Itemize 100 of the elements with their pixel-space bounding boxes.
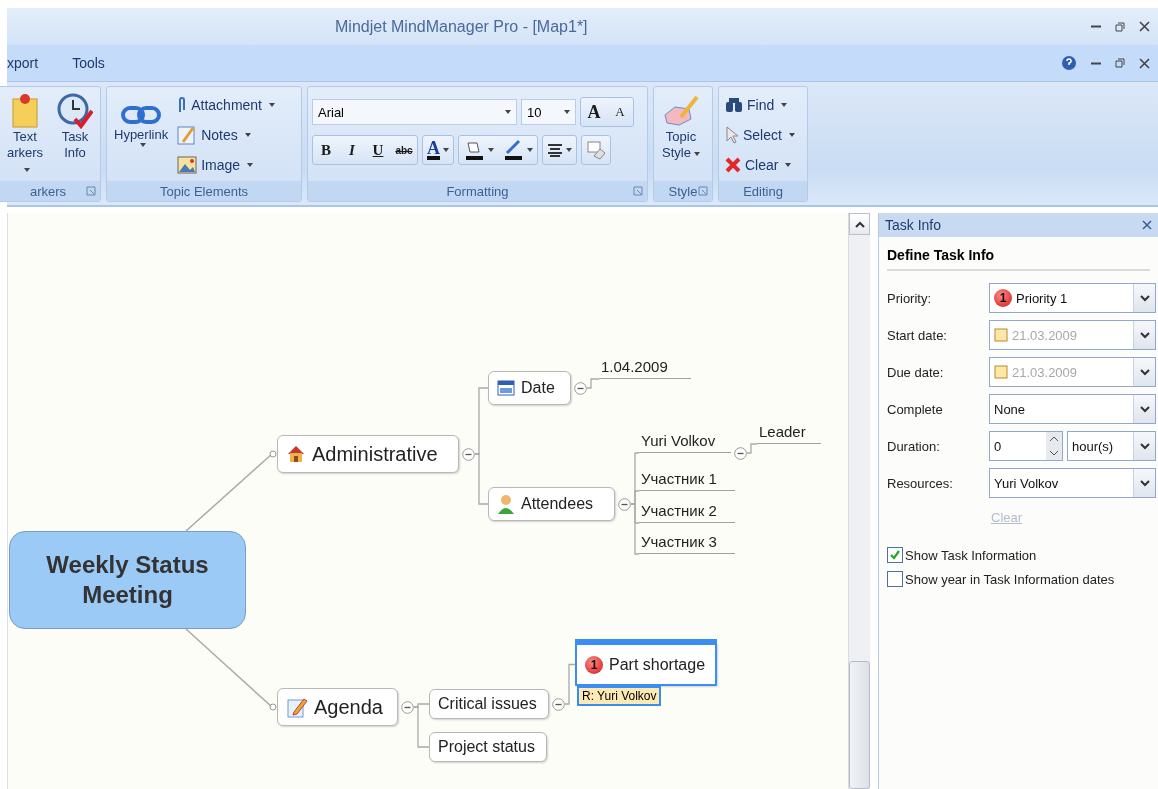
topic-node[interactable]: Critical issues [429, 689, 549, 719]
binoculars-icon [725, 97, 743, 113]
field-value: Arial [318, 104, 344, 120]
menu-tab[interactable]: xport [7, 55, 39, 71]
dropdown-button[interactable] [1133, 432, 1155, 460]
topic-node[interactable]: Administrative [277, 435, 459, 473]
chevron-down-icon [1139, 368, 1150, 376]
central-topic[interactable]: Weekly Status Meeting [9, 531, 246, 629]
topic-style-button[interactable]: Topic Style [658, 91, 704, 163]
floating-topic[interactable]: Участник 1 [639, 465, 735, 491]
dropdown-button[interactable] [1133, 395, 1155, 423]
collapse-icon[interactable] [552, 698, 565, 711]
resource-tag: R: Yuri Volkov [577, 686, 662, 706]
selection-handle[interactable] [575, 639, 717, 644]
minimize-icon [1091, 25, 1101, 28]
chevron-down-icon [1139, 442, 1150, 450]
scroll-thumb[interactable] [849, 661, 870, 789]
floating-topic[interactable]: Участник 3 [639, 528, 735, 554]
ribbon-button[interactable]: Notes [175, 121, 277, 149]
topic-node[interactable]: Project status [429, 732, 547, 762]
topic-node[interactable]: Date [488, 371, 571, 405]
align-icon [547, 143, 563, 157]
ribbon-button[interactable]: Clear [723, 151, 797, 179]
font-size-field[interactable]: 10 [521, 99, 576, 125]
person-icon [497, 494, 515, 514]
restore-icon [1115, 21, 1125, 32]
dropdown-button[interactable] [1133, 284, 1155, 312]
dropdown-button[interactable] [1133, 469, 1155, 497]
grow-font-button[interactable]: A [581, 98, 607, 126]
dropdown-field[interactable]: None [989, 394, 1156, 424]
font-color-button[interactable]: A [423, 136, 453, 164]
checkbox-label[interactable]: Show year in Task Information dates [905, 571, 1115, 587]
dropdown-field[interactable]: 1 Priority 1 [989, 283, 1156, 313]
checkbox[interactable] [887, 571, 903, 587]
dialog-launcher-icon[interactable] [86, 186, 96, 196]
ribbon-button[interactable]: Attachment [175, 91, 277, 119]
dropdown-field[interactable]: Yuri Volkov [989, 468, 1156, 498]
floating-topic[interactable]: Участник 2 [639, 497, 735, 523]
collapse-icon[interactable] [462, 448, 475, 461]
field-label: Duration: [887, 438, 941, 454]
collapse-icon[interactable] [734, 447, 747, 460]
chevron-down-icon [1139, 405, 1150, 413]
cursor-icon [725, 126, 739, 144]
caret-icon [505, 110, 511, 114]
dialog-launcher-icon[interactable] [698, 186, 708, 196]
checkbox[interactable] [887, 547, 903, 563]
text-markers-button[interactable]: Text arkers [0, 91, 50, 179]
floating-topic[interactable]: 1.04.2009 [599, 353, 691, 379]
eraser-icon [586, 140, 606, 160]
ribbon-button[interactable]: Image [175, 151, 277, 179]
field-label: Start date: [887, 327, 948, 343]
chevron-down-icon [1139, 331, 1150, 339]
field-value: Priority 1 [1016, 290, 1069, 306]
notepad-pencil-icon [286, 696, 308, 718]
priority-badge: 1 [994, 289, 1012, 307]
ribbon-button[interactable]: Select [723, 121, 797, 149]
bold-button[interactable]: B [313, 136, 339, 164]
topic-label: Date [521, 379, 555, 397]
calendar-icon [994, 365, 1008, 379]
caret-icon [566, 148, 572, 152]
spin-buttons[interactable] [1046, 432, 1062, 460]
topic-node[interactable]: Attendees [488, 487, 615, 521]
topic-label: Attendees [521, 495, 594, 513]
floating-topic[interactable]: Yuri Volkov [639, 425, 731, 453]
checkbox-label[interactable]: Show Task Information [905, 547, 1037, 563]
chain-link-icon [121, 103, 162, 127]
floating-topic[interactable]: Leader [757, 418, 821, 444]
pencil-icon [177, 125, 198, 145]
pen-icon [502, 139, 524, 161]
topic-node[interactable]: Agenda [277, 688, 398, 726]
spinner-field[interactable]: 0 [989, 431, 1063, 461]
unit-dropdown[interactable]: hour(s) [1067, 431, 1156, 461]
hyperlink-button[interactable]: Hyperlink [111, 91, 172, 149]
collapse-icon[interactable] [574, 382, 587, 395]
pane-title: Task Info [885, 217, 942, 233]
dialog-launcher-icon[interactable] [633, 186, 643, 196]
strikethrough-button[interactable]: abc [391, 136, 417, 164]
collapse-icon[interactable] [401, 701, 414, 714]
topic-label: Weekly Status Meeting [45, 550, 210, 610]
group-label: Style [668, 183, 698, 199]
scroll-up-button[interactable] [849, 213, 870, 235]
italic-button[interactable]: I [339, 136, 365, 164]
ribbon-button[interactable]: Find [723, 91, 797, 119]
font-name-field[interactable]: Arial [312, 99, 517, 125]
collapse-icon[interactable] [618, 498, 631, 511]
connector-line [746, 443, 758, 454]
topic-label: Critical issues [438, 695, 537, 713]
field-value: Yuri Volkov [994, 475, 1060, 491]
priority-badge: 1 [585, 655, 603, 674]
shrink-font-button[interactable]: A [607, 98, 633, 126]
paint-bucket-icon [463, 139, 485, 161]
task-info-button[interactable]: Task Info [54, 91, 96, 163]
paperclip-icon [177, 95, 188, 115]
underline-button[interactable]: U [365, 136, 391, 164]
chevron-up-icon [854, 220, 865, 228]
minimize-icon [1091, 61, 1101, 65]
menu-tab[interactable]: Tools [72, 55, 105, 71]
field-value: 21.03.2009 [1012, 364, 1079, 380]
close-icon [1142, 220, 1152, 230]
topic-label: Project status [438, 738, 535, 756]
